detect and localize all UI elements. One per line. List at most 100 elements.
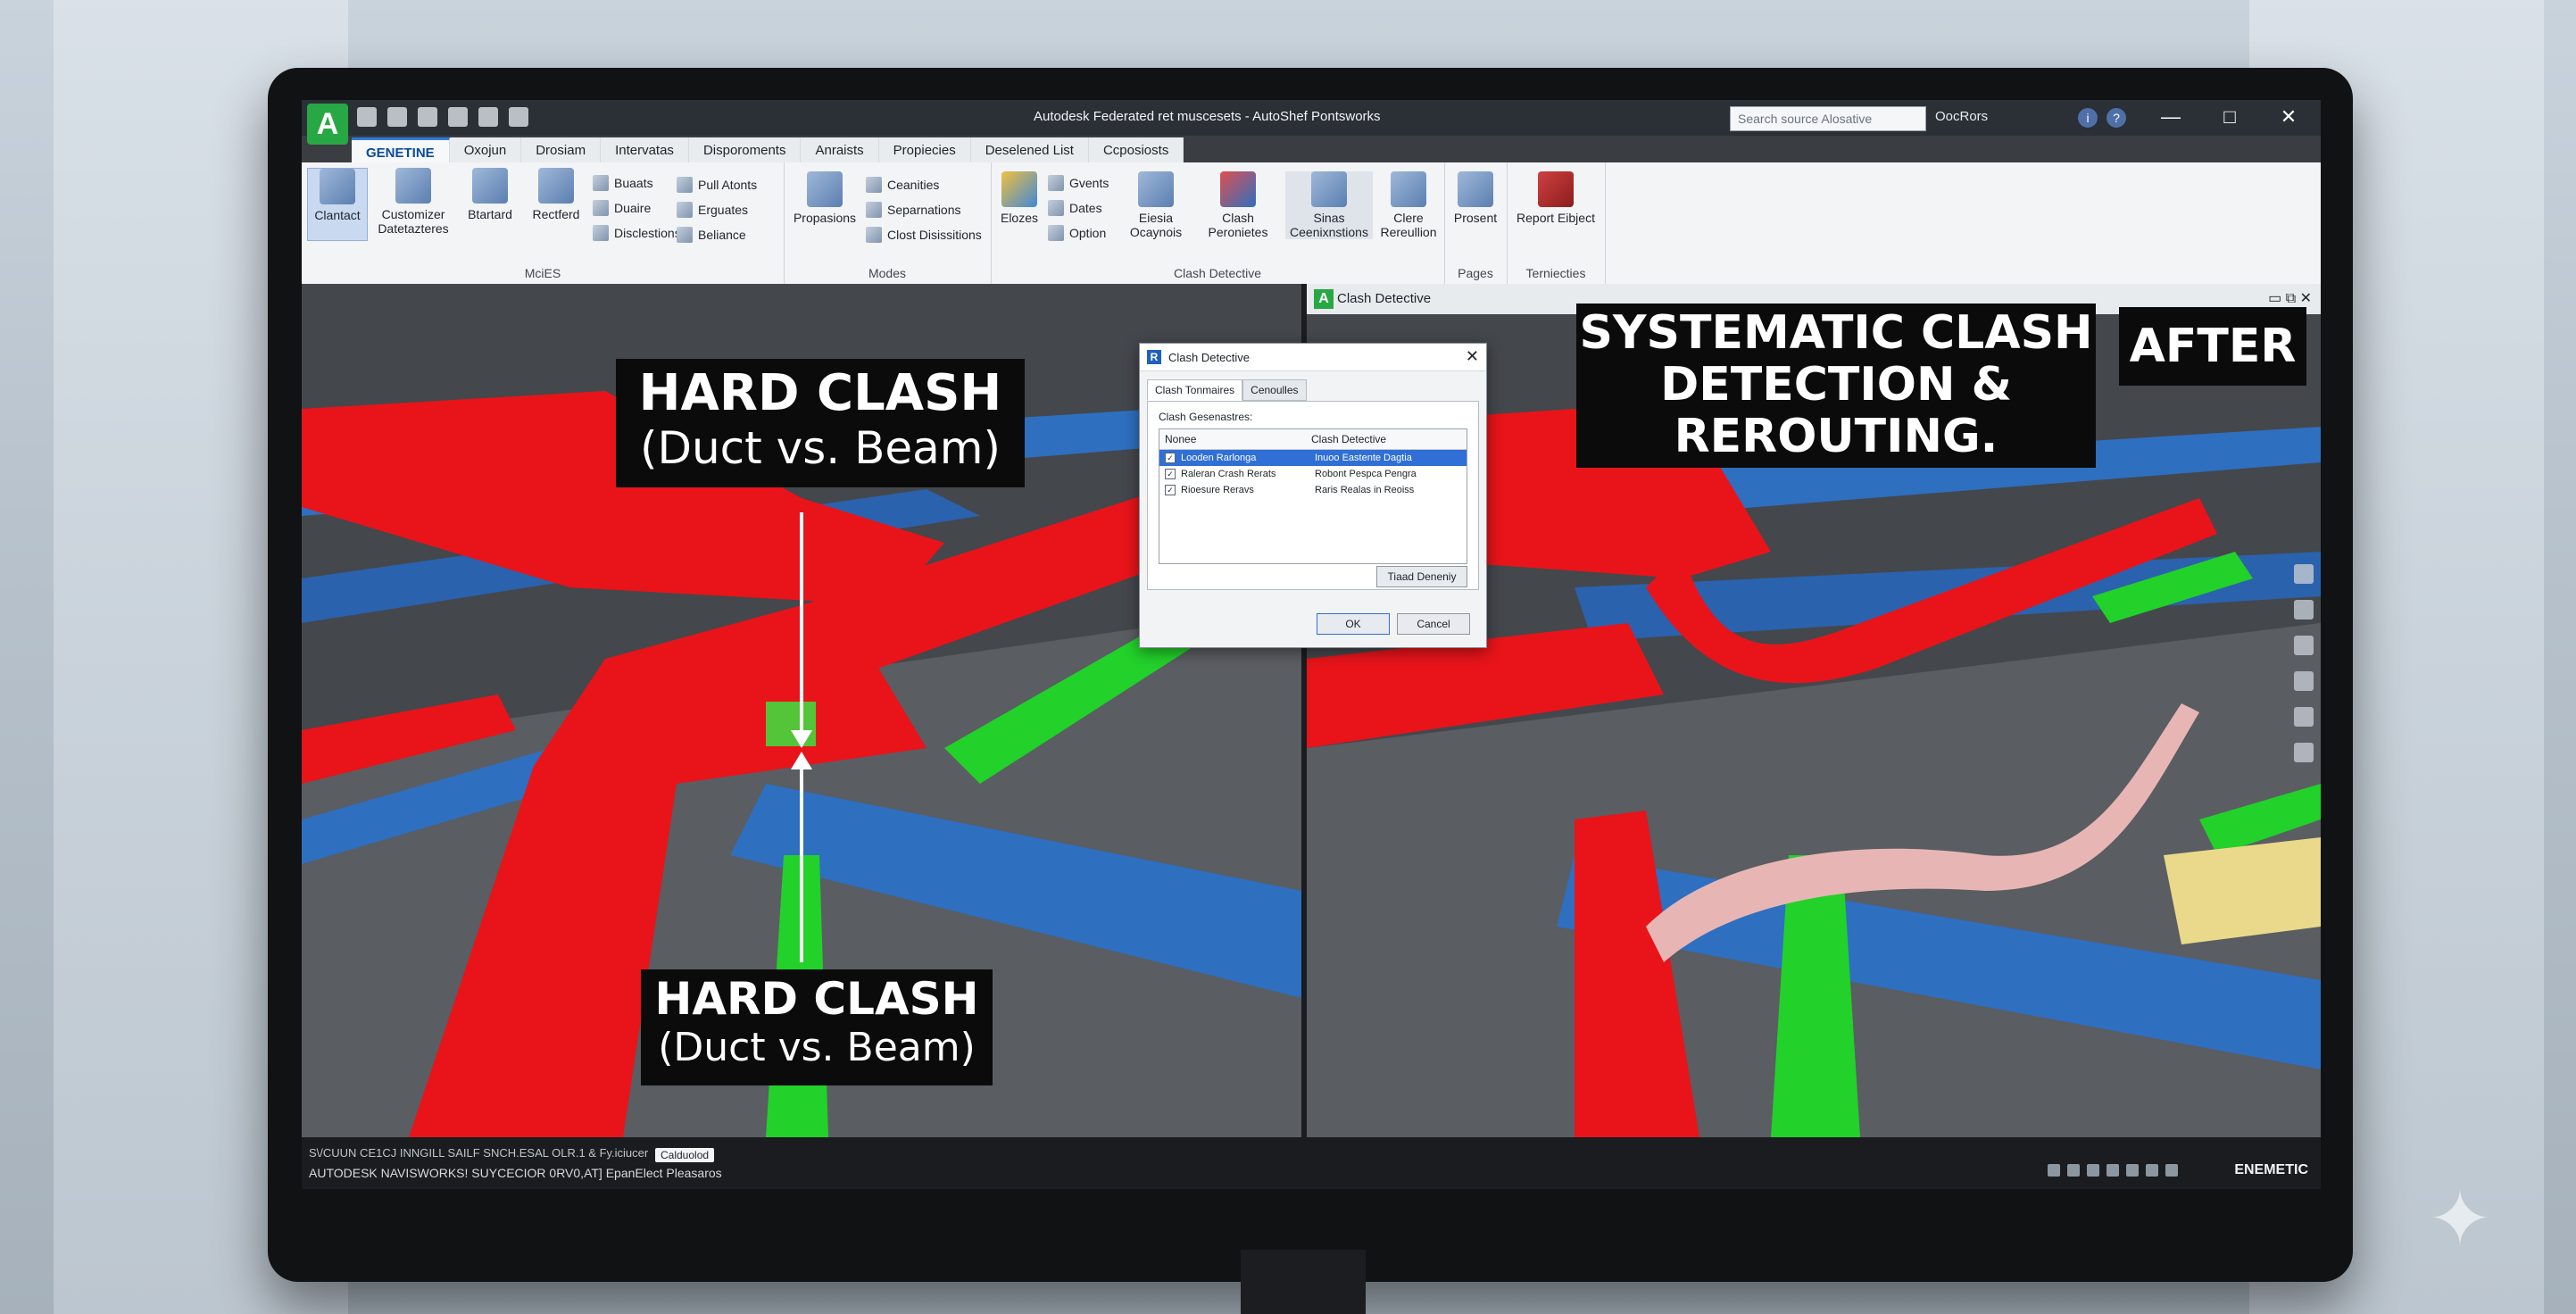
option-button[interactable]: Option — [1048, 225, 1106, 241]
buaats-icon — [593, 175, 609, 191]
propasions-button[interactable]: Propasions — [789, 171, 860, 225]
clash-list-header: Nonee Clash Detective — [1159, 429, 1467, 450]
elozes-button[interactable]: Elozes — [996, 171, 1043, 225]
erguates-button[interactable]: Erguates — [677, 202, 748, 218]
info-icon[interactable]: i — [2078, 108, 2098, 128]
dates-button[interactable]: Dates — [1048, 200, 1102, 216]
sheet-icon[interactable] — [2107, 1164, 2119, 1177]
display-icon[interactable] — [2165, 1164, 2178, 1177]
ribbon-group-terniecties: Report Eibject Terniecties — [1507, 162, 1606, 284]
hard-clash-label-top: HARD CLASH (Duct vs. Beam) — [616, 359, 1025, 487]
pull-atonts-button[interactable]: Pull Atonts — [677, 177, 757, 193]
row-value: Inuoo Eastente Dagtia — [1315, 453, 1412, 463]
separnations-button[interactable]: Separnations — [866, 202, 961, 218]
buaats-button[interactable]: Buaats — [593, 175, 653, 191]
tab-ccposiosts[interactable]: Ccposiosts — [1088, 137, 1184, 164]
close-button[interactable]: ✕ — [2264, 104, 2314, 130]
snap-icon[interactable] — [2067, 1164, 2080, 1177]
fit-icon[interactable] — [2294, 743, 2314, 762]
monitor-stand — [1241, 1250, 1366, 1314]
status-icons — [2048, 1164, 2178, 1177]
label-line-1: SYSTEMATIC CLASH — [1579, 306, 2093, 360]
after-text: AFTER — [2129, 320, 2297, 373]
ok-button[interactable]: OK — [1317, 613, 1390, 635]
zoom-icon[interactable] — [2294, 636, 2314, 655]
clantact-button[interactable]: Clantact — [307, 168, 368, 241]
lock-icon[interactable] — [2146, 1164, 2158, 1177]
tab-disporoments[interactable]: Disporoments — [688, 137, 802, 164]
disclestions-button[interactable]: Disclestions — [593, 225, 681, 241]
tab-oxojun[interactable]: Oxojun — [449, 137, 522, 164]
beliance-icon — [677, 227, 693, 243]
undo-icon[interactable] — [478, 107, 498, 127]
pan-icon[interactable] — [2294, 600, 2314, 620]
prosent-button[interactable]: Prosent — [1446, 171, 1505, 225]
dialog-tab-cenoulles[interactable]: Cenoulles — [1242, 379, 1307, 401]
tab-drosiam[interactable]: Drosiam — [521, 137, 602, 164]
group-label-clash-detective: Clash Detective — [1173, 266, 1262, 280]
duaire-icon — [593, 200, 609, 216]
group-label-modes: Modes — [868, 266, 907, 280]
duaire-button[interactable]: Duaire — [593, 200, 651, 216]
dialog-tab-clash-tonmaires[interactable]: Clash Tonmaires — [1147, 379, 1243, 401]
new-icon[interactable] — [357, 107, 377, 127]
tab-genetine[interactable]: GENETINE — [352, 137, 450, 164]
maximize-button[interactable]: □ — [2205, 104, 2255, 130]
beliance-button[interactable]: Beliance — [677, 227, 746, 243]
row-name: Looden Rarlonga — [1181, 453, 1257, 463]
report-eibject-button[interactable]: Report Eibject — [1510, 171, 1601, 225]
walk-icon[interactable] — [2294, 671, 2314, 691]
clost-disissitions-button[interactable]: Clost Disissitions — [866, 227, 982, 243]
customizer-button[interactable]: Customizer Datetazteres — [373, 168, 453, 236]
eiesia-ocaynois-button[interactable]: Eiesia Ocaynois — [1125, 171, 1187, 239]
settings-icon[interactable] — [2126, 1164, 2139, 1177]
gvents-button[interactable]: Gvents — [1048, 175, 1109, 191]
report-eibject-icon — [1538, 171, 1574, 207]
search-input[interactable]: Search source Alosative — [1730, 106, 1926, 131]
row-checkbox[interactable]: ✓ — [1165, 485, 1176, 495]
tiaad-deneniy-button[interactable]: Tiaad Deneniy — [1376, 566, 1467, 587]
cancel-button[interactable]: Cancel — [1397, 613, 1470, 635]
rectferd-button[interactable]: Rectferd — [525, 168, 587, 221]
app-logo-icon[interactable]: A — [307, 104, 348, 145]
open-icon[interactable] — [387, 107, 407, 127]
layer-icon[interactable] — [2087, 1164, 2099, 1177]
row-name: Rioesure Reravs — [1181, 485, 1254, 495]
save-icon[interactable] — [418, 107, 437, 127]
sinas-ceenixnstions-icon — [1311, 171, 1347, 207]
grid-icon[interactable] — [2048, 1164, 2060, 1177]
help-icon[interactable]: ? — [2107, 108, 2126, 128]
ceanities-button[interactable]: Ceanities — [866, 177, 939, 193]
print-icon[interactable] — [448, 107, 468, 127]
row-checkbox[interactable]: ✓ — [1165, 453, 1176, 463]
list-item[interactable]: ✓ Rioesure Reravs Raris Realas in Reoiss — [1159, 482, 1467, 498]
tab-propiecies[interactable]: Propiecies — [878, 137, 971, 164]
look-icon[interactable] — [2294, 707, 2314, 727]
after-label: AFTER — [2119, 307, 2306, 386]
disclestions-icon — [593, 225, 609, 241]
minimize-button[interactable]: — — [2146, 104, 2196, 130]
column-header-clash[interactable]: Clash Detective — [1306, 429, 1392, 449]
row-checkbox[interactable]: ✓ — [1165, 469, 1176, 479]
clere-rereullion-button[interactable]: Clere Rereullion — [1376, 171, 1441, 239]
list-item[interactable]: ✓ Looden Rarlonga Inuoo Eastente Dagtia — [1159, 450, 1467, 466]
row-value: Raris Realas in Reoiss — [1315, 485, 1415, 495]
sinas-ceenixnstions-button[interactable]: Sinas Ceenixnstions — [1285, 171, 1373, 239]
tab-deselened-list[interactable]: Deselened List — [970, 137, 1089, 164]
orbit-icon[interactable] — [2294, 564, 2314, 584]
tab-anraists[interactable]: Anraists — [801, 137, 879, 164]
btartard-button[interactable]: Btartard — [459, 168, 521, 221]
user-name[interactable]: OocRors — [1935, 109, 1988, 124]
column-header-name[interactable]: Nonee — [1159, 429, 1306, 449]
tab-intervatas[interactable]: Intervatas — [601, 137, 689, 164]
clash-detective-dialog: R Clash Detective ✕ Clash Tonmaires Ceno… — [1139, 343, 1487, 648]
list-item[interactable]: ✓ Raleran Crash Rerats Robont Pespca Pen… — [1159, 466, 1467, 482]
clash-point[interactable] — [766, 702, 816, 746]
viewport-controls[interactable]: ▭ ⧉ ✕ — [2268, 289, 2312, 307]
clash-peronietes-icon — [1220, 171, 1256, 207]
ribbon-group-clash-detective: Elozes Gvents Dates Option Eiesia Ocayno… — [991, 162, 1445, 284]
dialog-close-button[interactable]: ✕ — [1466, 347, 1479, 366]
redo-icon[interactable] — [509, 107, 528, 127]
clash-peronietes-button[interactable]: Clash Peronietes — [1196, 171, 1280, 239]
ribbon-panel: Clantact Customizer Datetazteres Btartar… — [302, 162, 2321, 285]
